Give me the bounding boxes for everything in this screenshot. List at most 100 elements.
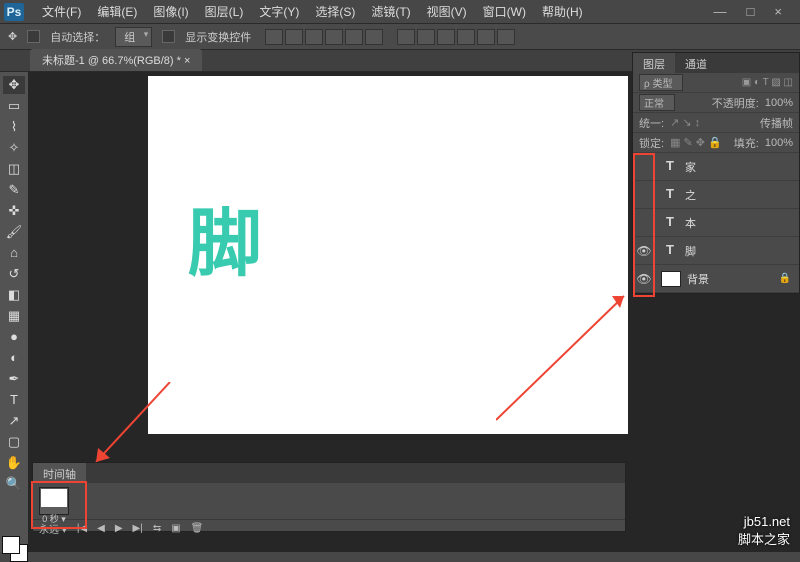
eraser-tool[interactable]: ◧ [3,286,25,304]
first-frame-button[interactable]: |◀ [77,523,87,534]
type-tool[interactable]: T [3,391,25,409]
distribute-icon[interactable] [417,29,435,45]
opacity-label: 不透明度: [712,95,759,111]
visibility-toggle[interactable]: 👁 [633,160,655,174]
layer-name: 之 [685,187,696,203]
menu-item[interactable]: 文字(Y) [251,0,307,23]
fill-value[interactable]: 100% [765,137,793,149]
visibility-toggle[interactable]: 👁 [633,188,655,202]
lock-icon: 🔒 [779,273,791,284]
watermark: jb51.net 脚本之家 [738,514,790,548]
visibility-toggle[interactable]: 👁 [633,244,655,258]
auto-select-dropdown[interactable]: 组 [115,27,152,47]
tab-layers[interactable]: 图层 [633,53,675,73]
timeline-controls: 永远 ▾ |◀ ◀ ▶ ▶| ⇆ ▣ 🗑 [33,519,625,537]
maximize-button[interactable]: □ [747,4,755,19]
history-brush-tool[interactable]: ↺ [3,265,25,283]
unify-row: 统一: ↗ ↘ ↕ 传播帧 [633,113,799,133]
canvas[interactable]: 脚 [148,76,628,434]
pen-tool[interactable]: ✒ [3,370,25,388]
blend-dropdown[interactable]: 正常 [639,94,675,111]
blend-row: 正常 不透明度: 100% [633,93,799,113]
menu-item[interactable]: 滤镜(T) [363,0,418,23]
menu-item[interactable]: 视图(V) [419,0,475,23]
visibility-toggle[interactable]: 👁 [633,272,655,286]
menu-item[interactable]: 编辑(E) [89,0,145,23]
unify-label: 统一: [639,115,664,131]
visibility-toggle[interactable]: 👁 [633,216,655,230]
move-tool-icon: ✥ [8,30,17,43]
layer-row[interactable]: 👁T家 [633,153,799,181]
filter-row: ρ 类型 ▣ ◐ T ▧ ◫ [633,73,799,93]
align-icon[interactable] [265,29,283,45]
menu-items: 文件(F)编辑(E)图像(I)图层(L)文字(Y)选择(S)滤镜(T)视图(V)… [34,0,591,23]
document-tab[interactable]: 未标题-1 @ 66.7%(RGB/8) * × [30,49,202,71]
path-tool[interactable]: ↗ [3,412,25,430]
layer-name: 脚 [685,243,696,259]
blur-tool[interactable]: ● [3,328,25,346]
align-icon[interactable] [345,29,363,45]
play-button[interactable]: ▶ [115,523,123,534]
distribute-icon[interactable] [477,29,495,45]
zoom-tool[interactable]: 🔍 [3,475,25,493]
distribute-icon[interactable] [497,29,515,45]
frame-delay[interactable]: 0 秒 ▾ [40,512,68,525]
next-frame-button[interactable]: ▶| [133,523,143,534]
hand-tool[interactable]: ✋ [3,454,25,472]
brush-tool[interactable]: 🖌 [3,223,25,241]
tween-button[interactable]: ⇆ [153,523,161,534]
lock-row: 锁定: ▦ ✎ ✥ 🔒 填充: 100% [633,133,799,153]
kind-dropdown[interactable]: ρ 类型 [639,74,683,91]
layer-name: 家 [685,159,696,175]
timeline-frames: 0 秒 ▾ [33,483,625,519]
auto-select-checkbox[interactable] [27,30,40,43]
gradient-tool[interactable]: ▦ [3,307,25,325]
layer-row[interactable]: 👁T本 [633,209,799,237]
lasso-tool[interactable]: ⌇ [3,118,25,136]
layer-row[interactable]: 👁 背景 🔒 [633,265,799,293]
tab-channels[interactable]: 通道 [675,53,717,73]
move-tool[interactable]: ✥ [3,76,25,94]
distribute-icons [397,29,515,45]
layer-row[interactable]: 👁T之 [633,181,799,209]
delete-frame-button[interactable]: 🗑 [191,523,204,534]
distribute-icon[interactable] [457,29,475,45]
opacity-value[interactable]: 100% [765,97,793,109]
layer-row[interactable]: 👁 T脚 [633,237,799,265]
menu-item[interactable]: 选择(S) [307,0,363,23]
align-icon[interactable] [285,29,303,45]
eyedropper-tool[interactable]: ✎ [3,181,25,199]
timeline-tab[interactable]: 时间轴 [33,463,86,483]
menu-item[interactable]: 窗口(W) [475,0,534,23]
menu-item[interactable]: 文件(F) [34,0,89,23]
menu-item[interactable]: 图像(I) [145,0,196,23]
canvas-text-layer: 脚 [188,184,262,291]
align-icon[interactable] [365,29,383,45]
heal-tool[interactable]: ✜ [3,202,25,220]
frame-thumb[interactable]: 0 秒 ▾ [39,487,69,515]
prev-frame-button[interactable]: ◀ [97,523,105,534]
distribute-icon[interactable] [397,29,415,45]
layer-name: 背景 [687,271,709,287]
menubar: Ps 文件(F)编辑(E)图像(I)图层(L)文字(Y)选择(S)滤镜(T)视图… [0,0,800,24]
marquee-tool[interactable]: ▭ [3,97,25,115]
stamp-tool[interactable]: ⌂ [3,244,25,262]
dodge-tool[interactable]: ◐ [3,349,25,367]
align-icon[interactable] [325,29,343,45]
fill-label: 填充: [734,135,759,151]
layer-thumb [661,271,681,287]
align-icon[interactable] [305,29,323,45]
layers-panel: 图层 通道 ρ 类型 ▣ ◐ T ▧ ◫ 正常 不透明度: 100% 统一: ↗… [632,52,800,294]
close-button[interactable]: × [774,4,782,19]
new-frame-button[interactable]: ▣ [171,523,180,534]
text-layer-icon: T [661,242,679,260]
shape-tool[interactable]: ▢ [3,433,25,451]
menu-item[interactable]: 图层(L) [197,0,252,23]
crop-tool[interactable]: ◫ [3,160,25,178]
wand-tool[interactable]: ✧ [3,139,25,157]
window-controls: — □ × [714,4,796,19]
menu-item[interactable]: 帮助(H) [534,0,591,23]
minimize-button[interactable]: — [714,4,727,19]
show-transform-checkbox[interactable] [162,30,175,43]
distribute-icon[interactable] [437,29,455,45]
